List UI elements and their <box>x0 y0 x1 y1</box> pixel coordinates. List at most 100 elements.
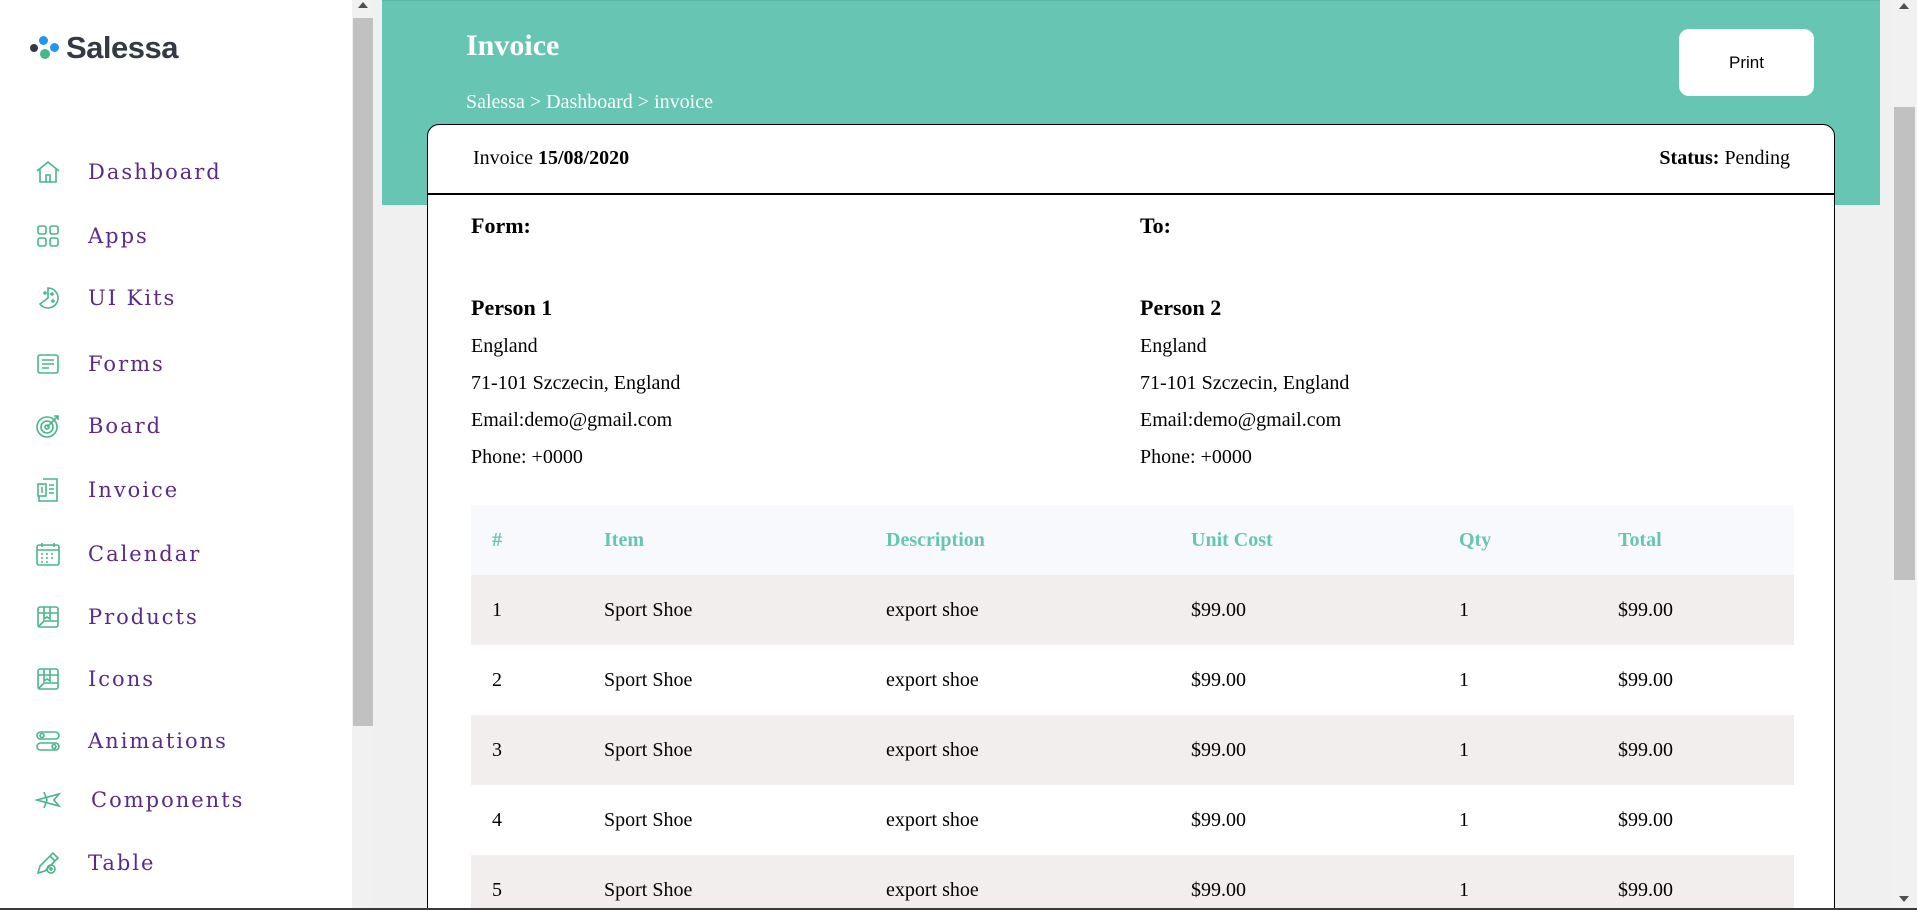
sidebar-item-calendar[interactable]: Calendar <box>34 540 201 568</box>
breadcrumb[interactable]: Salessa > Dashboard > invoice <box>466 91 713 114</box>
status-badge: Pending <box>1724 147 1790 169</box>
sidebar-item-label: Dashboard <box>88 160 222 184</box>
sidebar-item-label: Products <box>88 605 199 629</box>
cell-number: 2 <box>471 645 603 715</box>
sidebar-item-board[interactable]: Board <box>34 412 162 440</box>
scroll-up-arrow-icon[interactable] <box>1899 3 1909 9</box>
scroll-down-arrow-icon[interactable] <box>1899 896 1909 902</box>
print-button[interactable]: Print <box>1679 29 1814 96</box>
sidebar-item-apps[interactable]: Apps <box>34 222 149 250</box>
cell-qty: 1 <box>1458 645 1617 715</box>
column-header-unit-cost: Unit Cost <box>1190 505 1458 575</box>
sidebar-item-label: Board <box>88 414 163 438</box>
to-phone: Phone: +0000 <box>1140 446 1252 468</box>
table-row: 3 Sport Shoe export shoe $99.00 1 $99.00 <box>471 715 1794 785</box>
cell-item: Sport Shoe <box>603 785 885 855</box>
column-header-item: Item <box>603 505 885 575</box>
cell-item: Sport Shoe <box>603 855 885 910</box>
sidebar-item-ui-kits[interactable]: UI Kits <box>34 284 176 312</box>
form-icon <box>37 354 59 374</box>
invoice-status: Status: Pending <box>1659 147 1790 170</box>
invoice-icon <box>37 478 58 502</box>
invoice-card: Invoice 15/08/2020 Status: Pending Form:… <box>427 124 1835 910</box>
table-row: 5 Sport Shoe export shoe $99.00 1 $99.00 <box>471 855 1794 910</box>
page-title: Invoice <box>466 29 560 62</box>
sidebar-scrollbar-thumb[interactable] <box>353 18 373 726</box>
sidebar-item-label: Calendar <box>88 542 202 566</box>
sidebar-item-label: Invoice <box>88 478 180 502</box>
cell-description: export shoe <box>885 575 1190 645</box>
from-email: Email:demo@gmail.com <box>471 409 673 431</box>
cell-item: Sport Shoe <box>603 715 885 785</box>
cell-total: $99.00 <box>1617 785 1794 855</box>
sidebar-item-dashboard[interactable]: Dashboard <box>34 158 222 186</box>
sidebar-item-label: Components <box>91 788 245 812</box>
table-row: 2 Sport Shoe export shoe $99.00 1 $99.00 <box>471 645 1794 715</box>
from-phone: Phone: +0000 <box>471 446 583 468</box>
logo-mark-icon <box>30 33 64 63</box>
palette-icon <box>38 287 59 309</box>
sidebar-item-animations[interactable]: Animations <box>34 727 228 755</box>
from-address: 71-101 Szczecin, England <box>471 372 681 394</box>
target-icon <box>36 415 59 438</box>
calendar-icon <box>36 543 60 566</box>
cell-unit-cost: $99.00 <box>1190 715 1458 785</box>
table-row: 4 Sport Shoe export shoe $99.00 1 $99.00 <box>471 785 1794 855</box>
to-party: To: Person 2 England 71-101 Szczecin, En… <box>1140 213 1349 483</box>
sidebar-item-components[interactable]: Components <box>34 786 244 814</box>
invoice-card-header: Invoice 15/08/2020 Status: Pending <box>428 125 1834 195</box>
invoice-date-value: 15/08/2020 <box>537 147 630 169</box>
column-header-number: # <box>471 505 603 575</box>
cell-number: 3 <box>471 715 603 785</box>
cell-item: Sport Shoe <box>603 645 885 715</box>
from-label: Form: <box>471 213 531 238</box>
cell-unit-cost: $99.00 <box>1190 785 1458 855</box>
scroll-up-arrow-icon[interactable] <box>358 2 368 8</box>
page-scrollbar-thumb[interactable] <box>1894 107 1915 580</box>
invoice-items-table: # Item Description Unit Cost Qty Total 1… <box>471 505 1794 910</box>
cell-qty: 1 <box>1458 715 1617 785</box>
to-address: 71-101 Szczecin, England <box>1140 372 1350 394</box>
column-header-description: Description <box>885 505 1190 575</box>
cell-unit-cost: $99.00 <box>1190 855 1458 910</box>
sidebar-item-forms[interactable]: Forms <box>34 350 165 378</box>
cell-unit-cost: $99.00 <box>1190 645 1458 715</box>
sliders-icon <box>36 731 60 751</box>
sidebar-item-label: Table <box>88 851 156 875</box>
main-content: Invoice Salessa > Dashboard > invoice Pr… <box>374 0 1892 910</box>
invoice-date: Invoice 15/08/2020 <box>473 147 629 170</box>
sidebar-item-icons[interactable]: Icons <box>34 665 155 693</box>
to-label: To: <box>1140 213 1171 238</box>
cell-number: 1 <box>471 575 603 645</box>
table-row: 1 Sport Shoe export shoe $99.00 1 $99.00 <box>471 575 1794 645</box>
column-header-total: Total <box>1617 505 1794 575</box>
sidebar-item-invoice[interactable]: Invoice <box>34 476 179 504</box>
box-icon <box>37 606 59 628</box>
cell-description: export shoe <box>885 785 1190 855</box>
to-country: England <box>1140 335 1207 357</box>
cell-total: $99.00 <box>1617 855 1794 910</box>
sidebar-item-label: UI Kits <box>88 286 177 310</box>
status-label: Status: <box>1659 147 1720 169</box>
to-name: Person 2 <box>1140 295 1222 320</box>
to-email: Email:demo@gmail.com <box>1140 409 1342 431</box>
sidebar-item-label: Icons <box>88 667 156 691</box>
sidebar-item-table[interactable]: Table <box>34 849 155 877</box>
cell-description: export shoe <box>885 645 1190 715</box>
grid-icon <box>37 225 59 247</box>
from-country: England <box>471 335 538 357</box>
pen-icon <box>36 851 60 875</box>
box-icon <box>37 668 59 690</box>
column-header-qty: Qty <box>1458 505 1617 575</box>
sidebar-item-products[interactable]: Products <box>34 603 199 631</box>
home-icon <box>36 160 60 183</box>
sidebar-item-label: Forms <box>88 352 165 376</box>
plane-icon <box>34 791 62 809</box>
from-name: Person 1 <box>471 295 553 320</box>
logo[interactable]: Salessa <box>30 30 179 66</box>
cell-total: $99.00 <box>1617 715 1794 785</box>
cell-number: 4 <box>471 785 603 855</box>
cell-number: 5 <box>471 855 603 910</box>
cell-unit-cost: $99.00 <box>1190 575 1458 645</box>
cell-total: $99.00 <box>1617 575 1794 645</box>
